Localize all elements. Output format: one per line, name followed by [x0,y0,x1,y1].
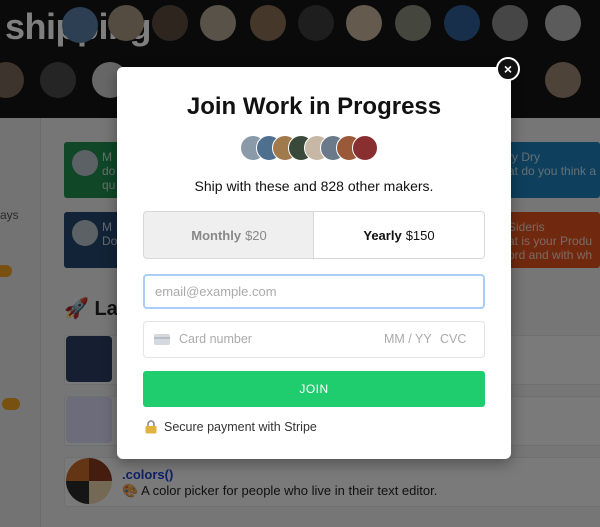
join-button[interactable]: JOIN [143,371,485,407]
plan-yearly[interactable]: Yearly $150 [314,212,484,258]
credit-card-icon [154,334,170,345]
plan-price: $150 [405,227,435,243]
plan-monthly[interactable]: Monthly $20 [144,212,314,258]
plan-price: $20 [245,227,267,243]
card-expiry-placeholder: MM / YY [384,332,432,346]
card-cvc-placeholder: CVC [440,332,467,346]
secure-payment-note: Secure payment with Stripe [145,419,317,435]
plan-selector: Monthly $20 Yearly $150 [143,211,485,259]
plan-name: Yearly [363,227,402,243]
email-input[interactable] [143,274,485,309]
join-modal: Join Work in Progress Ship with these an… [117,67,511,459]
modal-subtitle: Ship with these and 828 other makers. [194,178,434,194]
card-input[interactable]: Card number MM / YY CVC [143,321,485,358]
avatar [352,135,378,161]
card-number-placeholder: Card number [179,332,252,346]
modal-title: Join Work in Progress [186,93,442,120]
lock-icon [145,420,157,434]
close-button[interactable]: × [496,57,520,81]
secure-payment-text: Secure payment with Stripe [164,420,317,434]
plan-name: Monthly [191,227,242,243]
